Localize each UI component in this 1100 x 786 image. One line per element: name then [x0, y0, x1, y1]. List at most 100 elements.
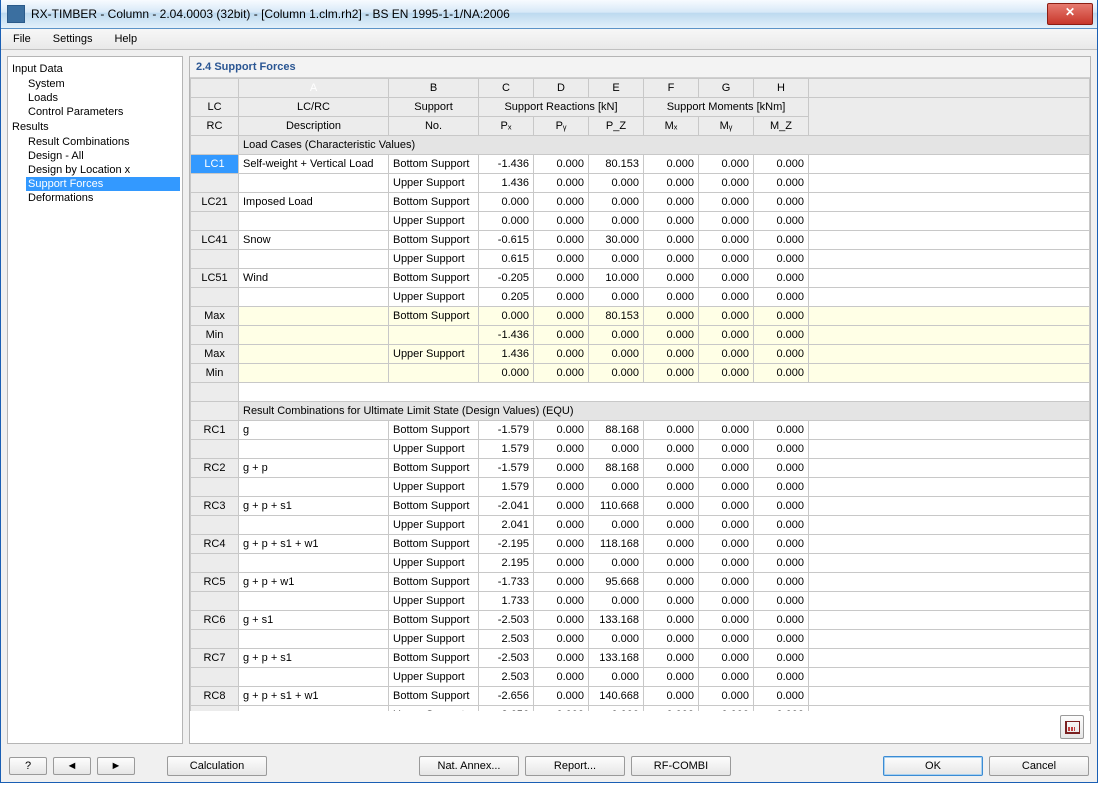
cell-value[interactable]: 0.000 [754, 497, 809, 516]
table-row[interactable]: MaxUpper Support1.4360.0000.0000.0000.00… [191, 345, 1090, 364]
cell-value[interactable]: 0.000 [534, 535, 589, 554]
cell-value[interactable]: 0.000 [534, 668, 589, 687]
cell-value[interactable]: 0.000 [589, 174, 644, 193]
row-desc[interactable]: Self-weight + Vertical Load [239, 155, 389, 174]
row-desc[interactable] [239, 478, 389, 497]
cell-value[interactable]: 0.000 [754, 288, 809, 307]
cell-value[interactable]: 0.000 [534, 592, 589, 611]
row-support[interactable]: Bottom Support [389, 649, 479, 668]
row-support[interactable]: Upper Support [389, 630, 479, 649]
cell-value[interactable]: 0.000 [589, 212, 644, 231]
row-support[interactable]: Upper Support [389, 478, 479, 497]
cell-value[interactable]: 0.000 [534, 630, 589, 649]
row-desc[interactable]: g + p + s1 + w1 [239, 687, 389, 706]
row-id[interactable]: LC41 [191, 231, 239, 250]
cell-value[interactable]: 0.000 [754, 630, 809, 649]
row-id[interactable] [191, 478, 239, 497]
cell-value[interactable]: 0.000 [754, 440, 809, 459]
table-row[interactable]: Upper Support2.0410.0000.0000.0000.0000.… [191, 516, 1090, 535]
cell-value[interactable]: 0.000 [534, 649, 589, 668]
row-id[interactable] [191, 706, 239, 712]
row-id[interactable] [191, 174, 239, 193]
cell-value[interactable]: 0.000 [589, 630, 644, 649]
nat-annex-button[interactable]: Nat. Annex... [419, 756, 519, 776]
nav-system[interactable]: System [26, 77, 180, 91]
row-id[interactable]: Min [191, 326, 239, 345]
row-support[interactable]: Upper Support [389, 174, 479, 193]
nav-control-parameters[interactable]: Control Parameters [26, 105, 180, 119]
cell-value[interactable]: 0.000 [644, 155, 699, 174]
row-desc[interactable]: g + p + s1 + w1 [239, 535, 389, 554]
row-id[interactable]: Min [191, 364, 239, 383]
row-id[interactable]: Max [191, 345, 239, 364]
cell-value[interactable]: 0.000 [699, 687, 754, 706]
table-row[interactable]: LC41SnowBottom Support-0.6150.00030.0000… [191, 231, 1090, 250]
table-row[interactable]: RC2g + pBottom Support-1.5790.00088.1680… [191, 459, 1090, 478]
nav-design-all[interactable]: Design - All [26, 149, 180, 163]
cell-value[interactable]: 110.668 [589, 497, 644, 516]
row-desc[interactable]: g + p + s1 [239, 649, 389, 668]
cell-value[interactable]: 0.000 [754, 535, 809, 554]
cell-value[interactable]: 0.000 [754, 269, 809, 288]
row-desc[interactable] [239, 288, 389, 307]
cell-value[interactable]: -1.733 [479, 573, 534, 592]
row-support[interactable]: Upper Support [389, 440, 479, 459]
row-desc[interactable] [239, 630, 389, 649]
cell-value[interactable]: -2.503 [479, 611, 534, 630]
row-id[interactable]: LC1 [191, 155, 239, 174]
row-id[interactable]: Max [191, 307, 239, 326]
cell-value[interactable]: 0.000 [699, 459, 754, 478]
cell-value[interactable]: 0.000 [699, 364, 754, 383]
nav-input-data[interactable]: Input Data [12, 63, 178, 75]
cell-value[interactable]: 2.656 [479, 706, 534, 712]
cell-value[interactable]: 0.000 [534, 231, 589, 250]
cell-value[interactable]: 0.000 [589, 440, 644, 459]
cell-value[interactable]: -2.195 [479, 535, 534, 554]
table-row[interactable]: Upper Support0.0000.0000.0000.0000.0000.… [191, 212, 1090, 231]
cell-value[interactable]: 0.000 [754, 326, 809, 345]
cell-value[interactable]: 0.000 [754, 364, 809, 383]
row-id[interactable] [191, 668, 239, 687]
nav-design-by-location[interactable]: Design by Location x [26, 163, 180, 177]
cancel-button[interactable]: Cancel [989, 756, 1089, 776]
cell-value[interactable]: 0.615 [479, 250, 534, 269]
row-support[interactable]: Bottom Support [389, 459, 479, 478]
cell-value[interactable]: 1.436 [479, 345, 534, 364]
cell-value[interactable]: 80.153 [589, 155, 644, 174]
row-id[interactable]: RC5 [191, 573, 239, 592]
cell-value[interactable]: 0.000 [644, 687, 699, 706]
table-row[interactable]: RC5g + p + w1Bottom Support-1.7330.00095… [191, 573, 1090, 592]
row-id[interactable] [191, 630, 239, 649]
cell-value[interactable]: 0.000 [479, 212, 534, 231]
row-desc[interactable]: g + p + w1 [239, 573, 389, 592]
cell-value[interactable]: -2.041 [479, 497, 534, 516]
cell-value[interactable]: 0.000 [644, 478, 699, 497]
row-id[interactable] [191, 440, 239, 459]
cell-value[interactable]: 0.000 [644, 212, 699, 231]
cell-value[interactable]: 0.000 [589, 193, 644, 212]
nav-loads[interactable]: Loads [26, 91, 180, 105]
table-row[interactable]: Upper Support1.5790.0000.0000.0000.0000.… [191, 440, 1090, 459]
row-id[interactable]: RC8 [191, 687, 239, 706]
nav-results[interactable]: Results [12, 121, 178, 133]
cell-value[interactable]: 0.000 [699, 516, 754, 535]
row-desc[interactable] [239, 307, 389, 326]
cell-value[interactable]: 0.000 [699, 288, 754, 307]
table-row[interactable]: Min0.0000.0000.0000.0000.0000.000 [191, 364, 1090, 383]
cell-value[interactable]: 0.000 [699, 193, 754, 212]
cell-value[interactable]: 140.668 [589, 687, 644, 706]
cell-value[interactable]: 0.000 [534, 687, 589, 706]
cell-value[interactable]: 0.000 [754, 250, 809, 269]
table-row[interactable]: LC51WindBottom Support-0.2050.00010.0000… [191, 269, 1090, 288]
cell-value[interactable]: 88.168 [589, 459, 644, 478]
report-button[interactable]: Report... [525, 756, 625, 776]
table-row[interactable]: RC3g + p + s1Bottom Support-2.0410.00011… [191, 497, 1090, 516]
cell-value[interactable]: 0.000 [754, 554, 809, 573]
cell-value[interactable]: 0.000 [644, 516, 699, 535]
cell-value[interactable]: 0.000 [699, 326, 754, 345]
cell-value[interactable]: 133.168 [589, 649, 644, 668]
table-row[interactable]: RC7g + p + s1Bottom Support-2.5030.00013… [191, 649, 1090, 668]
cell-value[interactable]: 0.000 [754, 231, 809, 250]
cell-value[interactable]: 0.000 [644, 573, 699, 592]
row-support[interactable]: Upper Support [389, 554, 479, 573]
